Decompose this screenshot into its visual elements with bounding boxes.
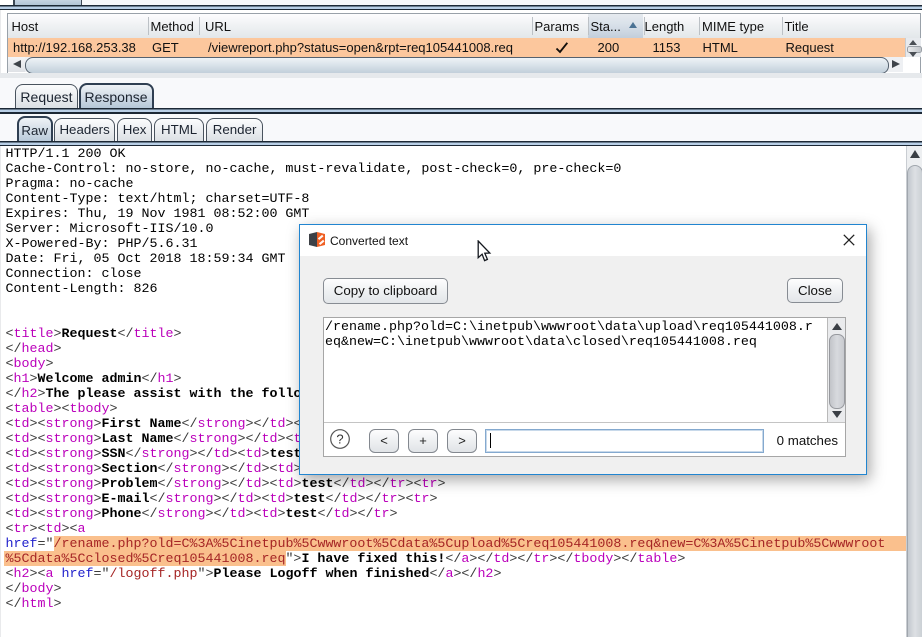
svg-text:?: ? bbox=[336, 432, 343, 447]
